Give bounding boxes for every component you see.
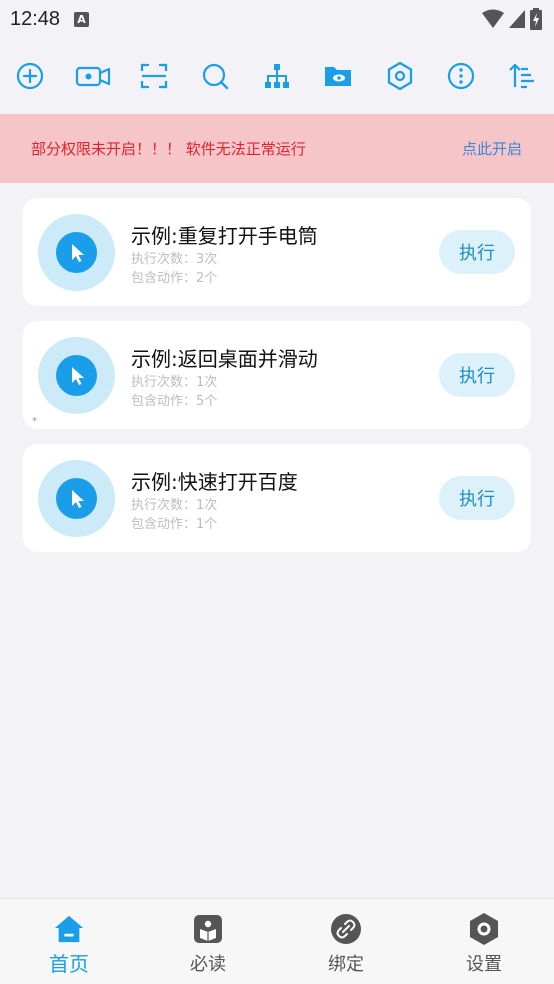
status-icons (482, 8, 542, 30)
settings-icon (470, 913, 498, 945)
task-action-count: 包含动作：2个 (131, 271, 218, 286)
run-button[interactable]: 执行 (439, 476, 515, 520)
nav-settings[interactable]: 设置 (444, 913, 524, 979)
notification-a-icon: A (74, 11, 90, 27)
sort-icon[interactable] (506, 60, 538, 92)
task-card[interactable]: 示例:返回桌面并滑动 执行次数：1次 包含动作：5个 执行 (23, 321, 531, 429)
task-exec-count: 执行次数：1次 (131, 375, 218, 390)
nav-bind[interactable]: 绑定 (306, 913, 386, 979)
nav-label: 设置 (466, 954, 502, 975)
task-card[interactable]: 示例:快速打开百度 执行次数：1次 包含动作：1个 执行 (23, 444, 531, 552)
task-icon (38, 337, 115, 414)
task-action-count: 包含动作：1个 (131, 517, 218, 532)
nav-label: 必读 (190, 954, 226, 975)
nav-label: 绑定 (328, 954, 364, 975)
permission-warning-banner: 部分权限未开启！！！ 软件无法正常运行 点此开启 (0, 114, 554, 183)
wifi-icon (482, 9, 504, 28)
folder-eye-icon[interactable] (322, 60, 354, 92)
task-title: 示例:重复打开手电筒 (131, 224, 318, 248)
read-icon (194, 915, 222, 943)
cursor-icon (71, 243, 84, 262)
cursor-icon (71, 366, 84, 385)
task-icon (38, 460, 115, 537)
nav-home[interactable]: 首页 (29, 913, 109, 979)
task-card[interactable]: 示例:重复打开手电筒 执行次数：3次 包含动作：2个 执行 (23, 198, 531, 306)
nav-label: 首页 (49, 952, 89, 976)
task-exec-count: 执行次数：3次 (131, 252, 218, 267)
task-action-count: 包含动作：5个 (131, 394, 218, 409)
run-button[interactable]: 执行 (439, 353, 515, 397)
video-icon[interactable] (74, 60, 112, 92)
task-title: 示例:返回桌面并滑动 (131, 347, 318, 371)
cursor-icon (71, 489, 84, 508)
status-bar: 12:48 A (0, 0, 554, 38)
stray-dot: * (32, 416, 37, 427)
task-title: 示例:快速打开百度 (131, 470, 298, 494)
add-circle-icon[interactable] (14, 60, 46, 92)
bottom-nav: 首页 必读 绑定 设置 (0, 898, 554, 984)
signal-icon (509, 10, 525, 28)
run-button[interactable]: 执行 (439, 230, 515, 274)
search-icon[interactable] (199, 60, 231, 92)
toolbar (0, 48, 554, 104)
enable-permission-link[interactable]: 点此开启 (462, 138, 522, 159)
scan-icon[interactable] (138, 60, 170, 92)
hexagon-settings-icon[interactable] (384, 60, 416, 92)
more-icon[interactable] (445, 60, 477, 92)
home-icon (54, 915, 84, 943)
battery-icon (530, 8, 542, 30)
task-exec-count: 执行次数：1次 (131, 498, 218, 513)
status-time: 12:48 (10, 7, 61, 30)
link-icon (331, 914, 361, 944)
task-icon (38, 214, 115, 291)
hierarchy-icon[interactable] (261, 60, 293, 92)
nav-read[interactable]: 必读 (168, 913, 248, 979)
permission-warning-text: 部分权限未开启！！！ 软件无法正常运行 (31, 140, 306, 158)
